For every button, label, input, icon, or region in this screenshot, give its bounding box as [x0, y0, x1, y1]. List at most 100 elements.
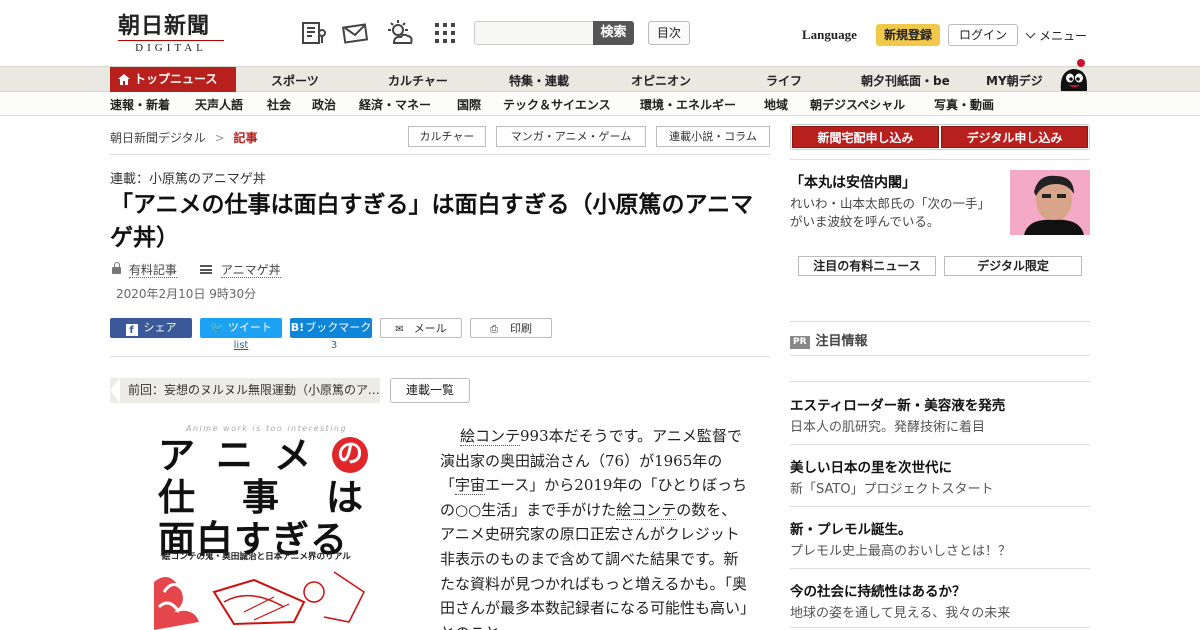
mail-icon[interactable]: [342, 19, 370, 47]
divider: [790, 355, 1090, 356]
nav-culture[interactable]: カルチャー: [388, 72, 448, 89]
article-series[interactable]: 連載：小原篤のアニマゲ丼: [110, 168, 266, 187]
ad-description[interactable]: 新「SATO」プロジェクトスタート: [790, 478, 994, 497]
facebook-icon: f: [125, 324, 138, 336]
ad-title[interactable]: エスティローダー新・美容液を発売: [790, 394, 1005, 414]
login-button[interactable]: ログイン: [948, 24, 1018, 46]
hatena-bookmark-label: ブックマーク: [305, 321, 372, 334]
divider: [790, 568, 1090, 569]
pr-heading-text: 注目情報: [815, 334, 868, 349]
logo-main-text: 朝日新聞: [118, 13, 211, 39]
nav2-photo[interactable]: 写真・動画: [934, 96, 994, 113]
primary-nav: トップニュース スポーツ カルチャー 特集・連載 オピニオン ライフ 朝夕刊紙面…: [0, 66, 1200, 92]
nav2-special[interactable]: 朝デジスペシャル: [810, 96, 905, 113]
nav2-society[interactable]: 社会: [267, 96, 291, 113]
nav-my-asadigi[interactable]: MY朝デジ: [986, 72, 1043, 89]
ad-title[interactable]: 新・プレモル誕生。: [790, 518, 912, 538]
previous-article-link[interactable]: 前回：妄想のヌルヌル無限運動（小原篤のアニマゲ丼）: [110, 378, 380, 403]
site-logo[interactable]: 朝日新聞 DIGITAL: [118, 14, 228, 54]
mail-share-label: メール: [413, 322, 447, 335]
hatena-bookmark-button[interactable]: B!ブックマーク: [290, 318, 372, 338]
tag-manga-anime[interactable]: マンガ・アニメ・ゲーム: [496, 126, 646, 147]
book-cover-image[interactable]: Anime work is too interesting ア ニ メ の 仕 …: [154, 422, 374, 630]
nav2-economy[interactable]: 経済・マネー: [359, 96, 431, 113]
language-link[interactable]: Language: [802, 27, 857, 43]
article-date: 2020年2月10日 9時30分: [116, 287, 257, 301]
twitter-share-button[interactable]: 🐦 ツイート: [200, 318, 282, 338]
paper-icon[interactable]: [300, 19, 328, 47]
weather-icon[interactable]: [386, 19, 414, 47]
nav-paper-be[interactable]: 朝夕刊紙面・be: [861, 72, 950, 89]
printer-icon: ⎙: [490, 324, 498, 335]
newspaper-subscribe-button[interactable]: 新聞宅配申し込み: [792, 126, 939, 148]
print-button[interactable]: ⎙ 印刷: [470, 318, 552, 338]
breadcrumb: 朝日新聞デジタル > 記事: [110, 129, 258, 146]
nav2-tech[interactable]: テック＆サイエンス: [503, 96, 611, 113]
breadcrumb-home[interactable]: 朝日新聞デジタル: [110, 131, 206, 145]
menu-label: メニュー: [1039, 29, 1088, 43]
body-text-segment: の数を、アニメ史研究家の原口正宏さんがクレジット非表示のものまで含めて調べた結果…: [440, 500, 748, 630]
breadcrumb-separator: >: [214, 131, 225, 145]
nav-sports[interactable]: スポーツ: [271, 72, 319, 89]
nav2-politics[interactable]: 政治: [312, 96, 336, 113]
facebook-share-label: シェア: [143, 321, 177, 334]
divider: [790, 506, 1090, 507]
facebook-share-button[interactable]: f シェア: [110, 318, 192, 338]
twitter-share-label: ツイート: [227, 321, 272, 334]
book-cover-row1: ア ニ メ の: [158, 434, 368, 476]
envelope-icon: ✉: [395, 324, 404, 335]
nav-features[interactable]: 特集・連載: [509, 72, 569, 89]
paid-badge[interactable]: 有料記事: [112, 261, 177, 278]
divider: [110, 356, 770, 357]
nav2-tenseijingo[interactable]: 天声人語: [195, 96, 243, 113]
tag-serial-column[interactable]: 連載小説・コラム: [656, 126, 770, 147]
nav-top-news[interactable]: トップニュース: [110, 67, 236, 92]
book-cover-row2: 仕 事 は: [158, 476, 363, 518]
book-cover-subtitle: 絵コンテの鬼・奥田誠治と日本アニメ界のリアル: [162, 552, 351, 562]
digital-subscribe-button[interactable]: デジタル申し込み: [941, 126, 1088, 148]
menu-button[interactable]: メニュー: [1025, 27, 1088, 44]
pr-badge: PR: [790, 336, 810, 349]
ad-title[interactable]: 美しい日本の里を次世代に: [790, 456, 952, 476]
nav2-world[interactable]: 国際: [457, 96, 481, 113]
nav-life[interactable]: ライフ: [766, 72, 802, 89]
search-button[interactable]: 検索: [593, 21, 634, 45]
hatena-icon: B!: [290, 321, 305, 334]
nav-top-news-label: トップニュース: [134, 72, 218, 86]
index-button[interactable]: 目次: [648, 21, 690, 45]
article-title: 「アニメの仕事は面白すぎる」は面白すぎる（小原篤のアニマゲ丼）: [110, 191, 754, 251]
mail-share-button[interactable]: ✉ メール: [380, 318, 462, 338]
nav2-breaking[interactable]: 速報・新着: [110, 96, 170, 113]
article-body: 絵コンテ993本だそうです。アニメ監督で演出家の奥田誠治さん（76）が1965年…: [440, 424, 750, 630]
ad-description[interactable]: 日本人の肌研究。発酵技術に着目: [790, 416, 985, 435]
book-cover-char: は: [326, 475, 363, 519]
register-button[interactable]: 新規登録: [876, 24, 940, 46]
featured-description[interactable]: れいわ・山本太郎氏の「次の一手」がいま波紋を呼んでいる。: [790, 195, 1000, 231]
nav2-region[interactable]: 地域: [764, 96, 788, 113]
nav2-environment[interactable]: 環境・エネルギー: [640, 96, 736, 113]
twitter-count[interactable]: list: [200, 340, 282, 351]
keyword-link[interactable]: 絵コンテ: [460, 427, 521, 446]
keyword-link[interactable]: 宇宙: [455, 476, 486, 496]
mascot-icon: [1060, 59, 1087, 91]
secondary-nav: 速報・新着 天声人語 社会 政治 経済・マネー 国際 テック＆サイエンス 環境・…: [0, 92, 1200, 116]
series-list-button[interactable]: 連載一覧: [390, 378, 470, 403]
book-cover-no-badge: の: [332, 437, 368, 473]
ad-title[interactable]: 今の社会に持続性はあるか？: [790, 580, 966, 600]
ad-description[interactable]: 地球の姿を通して見える、我々の未来: [790, 602, 1010, 621]
featured-title[interactable]: 「本丸は安倍内閣」: [790, 172, 916, 192]
list-icon: [200, 265, 212, 274]
tab-digital-only[interactable]: デジタル限定: [944, 256, 1082, 276]
series-link[interactable]: アニマゲ丼: [200, 261, 281, 278]
tab-featured-paid-news[interactable]: 注目の有料ニュース: [798, 256, 936, 276]
search-input[interactable]: [474, 21, 594, 45]
book-cover-char: メ: [274, 433, 311, 477]
chevron-down-icon: [1025, 28, 1036, 39]
hatena-count[interactable]: 3: [290, 340, 378, 351]
nav-opinion[interactable]: オピニオン: [631, 72, 691, 89]
ad-description[interactable]: プレモル史上最高のおいしさとは！？: [790, 540, 1011, 559]
featured-photo[interactable]: [1010, 170, 1090, 235]
keyword-link[interactable]: 絵コンテ: [616, 500, 677, 520]
tag-culture[interactable]: カルチャー: [408, 126, 486, 147]
grid-icon[interactable]: [432, 19, 460, 47]
